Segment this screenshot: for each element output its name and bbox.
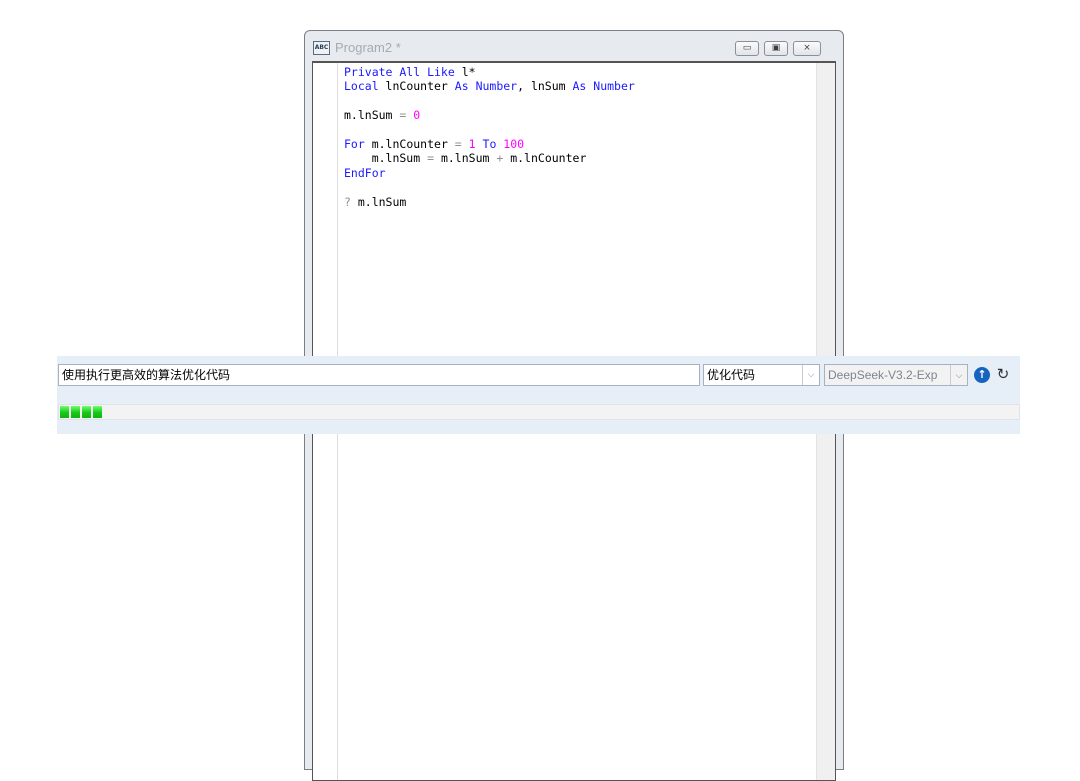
model-select[interactable]: DeepSeek-V3.2-Exp ⌵ xyxy=(824,364,968,386)
action-select[interactable]: 优化代码 ⌵ xyxy=(703,364,820,386)
code-line: Private All Like l* xyxy=(344,65,476,79)
code-token: Private All Like xyxy=(344,65,462,79)
code-token: m.lnSum xyxy=(440,151,497,166)
refresh-icon: ↻ xyxy=(996,365,1010,383)
code-token: l* xyxy=(461,65,476,79)
code-token: = xyxy=(454,137,469,152)
code-token: m.lnCounter xyxy=(371,137,455,152)
code-token: = xyxy=(399,108,414,123)
progress-block xyxy=(82,406,91,418)
title-bar[interactable]: ABC Program2 * ▭ ▣ ⨯ xyxy=(305,31,843,61)
progress-fill xyxy=(60,406,102,418)
code-token: As Number xyxy=(572,79,635,94)
progress-block xyxy=(71,406,80,418)
code-token: As Number xyxy=(454,79,518,94)
code-token: 100 xyxy=(503,137,525,152)
code-token: 0 xyxy=(413,108,421,123)
code-token: For xyxy=(344,137,372,152)
model-select-value: DeepSeek-V3.2-Exp xyxy=(828,368,938,382)
abc-program-icon: ABC xyxy=(313,41,330,55)
code-token: lnCounter xyxy=(385,79,455,94)
close-icon: ⨯ xyxy=(803,43,811,53)
code-token: m.lnSum xyxy=(357,194,407,209)
code-token: , lnSum xyxy=(517,79,573,94)
chevron-down-icon[interactable]: ⌵ xyxy=(950,365,967,385)
code-line: For m.lnCounter = 1 To 100 xyxy=(344,137,524,151)
progress-block xyxy=(93,406,102,418)
maximize-button[interactable]: ▣ xyxy=(764,41,788,56)
minimize-button[interactable]: ▭ xyxy=(735,41,759,56)
ai-assistant-bar: 使用执行更高效的算法优化代码 优化代码 ⌵ DeepSeek-V3.2-Exp … xyxy=(57,356,1020,434)
chevron-down-icon[interactable]: ⌵ xyxy=(802,365,819,385)
code-token: m.lnCounter xyxy=(510,151,587,166)
code-token: To xyxy=(482,137,504,152)
code-token: EndFor xyxy=(344,165,386,180)
code-token: 1 xyxy=(468,137,483,152)
maximize-icon: ▣ xyxy=(771,43,781,53)
code-line: m.lnSum = 0 xyxy=(344,108,420,122)
code-line: EndFor xyxy=(344,166,386,180)
code-line: Local lnCounter As Number, lnSum As Numb… xyxy=(344,79,635,93)
progress-block xyxy=(60,406,69,418)
minimize-icon: ▭ xyxy=(742,43,752,53)
refresh-button[interactable]: ↻ xyxy=(994,365,1012,383)
code-text[interactable]: Private All Like l* Local lnCounter As N… xyxy=(344,65,635,209)
code-line: ? m.lnSum xyxy=(344,195,406,209)
code-token: m.lnSum xyxy=(344,151,428,166)
close-button[interactable]: ⨯ xyxy=(793,41,821,56)
code-token: m.lnSum xyxy=(344,108,400,123)
action-select-value: 优化代码 xyxy=(707,368,756,382)
submit-button[interactable]: ↑ xyxy=(974,367,990,383)
code-token: + xyxy=(496,151,511,166)
progress-bar xyxy=(58,404,1020,420)
code-token: = xyxy=(427,151,441,166)
arrow-up-icon: ↑ xyxy=(977,368,987,381)
code-token: Local xyxy=(344,79,386,94)
code-token: ? xyxy=(344,194,358,209)
code-line: m.lnSum = m.lnSum + m.lnCounter xyxy=(344,151,587,166)
prompt-input[interactable]: 使用执行更高效的算法优化代码 xyxy=(58,364,700,386)
window-title: Program2 * xyxy=(335,40,401,55)
